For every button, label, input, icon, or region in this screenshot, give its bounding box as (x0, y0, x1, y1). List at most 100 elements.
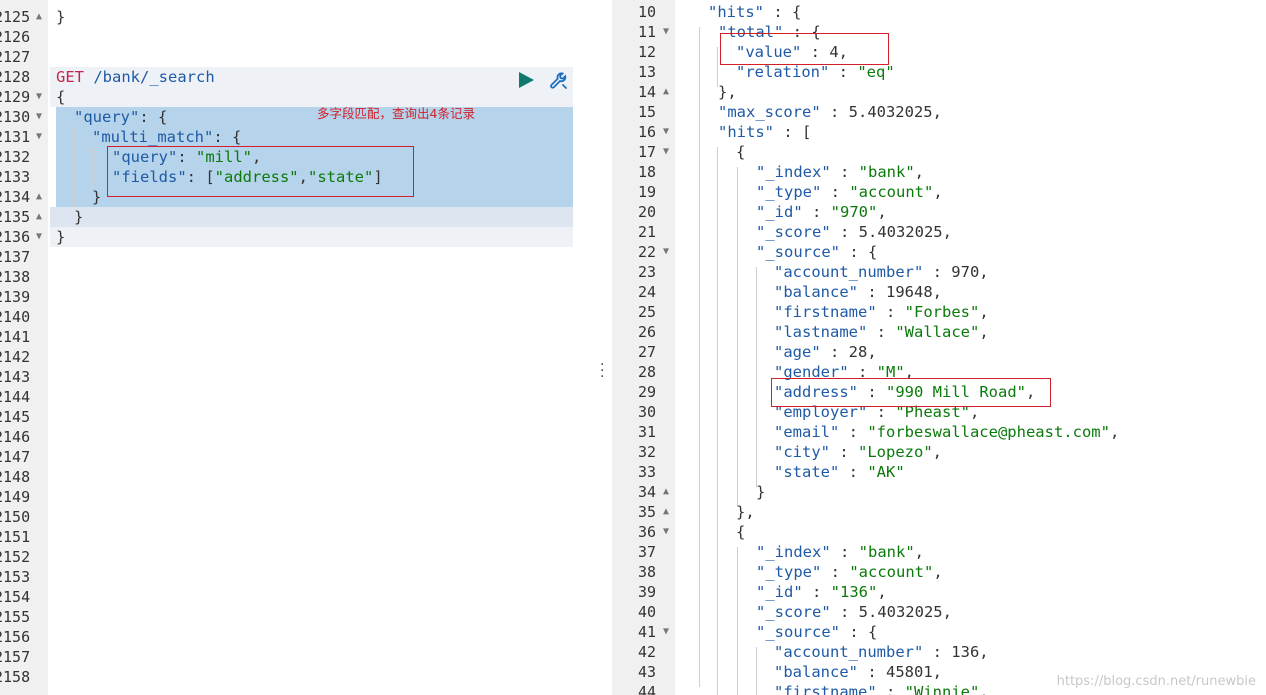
indent-guide (74, 127, 75, 207)
fold-toggle-icon[interactable]: ▼ (663, 522, 669, 542)
json-rest: : 19648, (858, 283, 942, 301)
request-line[interactable]: GET /bank/_search (56, 67, 215, 87)
fold-toggle-icon[interactable]: ▼ (663, 22, 669, 42)
indent-guide (699, 27, 700, 687)
json-end: , (877, 203, 887, 221)
line-number: 11 (638, 23, 657, 41)
json-rest: : 136, (923, 643, 989, 661)
line-number: 33 (638, 463, 657, 481)
json-rest: { (736, 143, 746, 161)
response-line: "hits" : { (708, 2, 801, 22)
response-line: "_source" : { (756, 622, 877, 642)
json-str: "Wallace" (895, 323, 980, 341)
fold-toggle-icon[interactable]: ▲ (663, 482, 669, 502)
line-number: 2127 (0, 48, 31, 66)
json-key: "state" (774, 463, 840, 481)
json-str: "Forbes" (904, 303, 980, 321)
fold-toggle-icon[interactable]: ▼ (663, 122, 669, 142)
line-number: 2134 (0, 188, 31, 206)
json-end: , (914, 163, 924, 181)
fold-toggle-icon[interactable]: ▼ (36, 107, 42, 127)
json-end: , (1109, 423, 1120, 441)
line-number: 39 (638, 583, 657, 601)
json-key: "_score" (756, 223, 831, 241)
request-settings-button[interactable] (548, 70, 570, 92)
line-number: 16 (638, 123, 657, 141)
response-line: "_id" : "970", (756, 202, 887, 222)
response-line: "_source" : { (756, 242, 877, 262)
line-number: 2142 (0, 348, 31, 366)
query-fields-highlight-box (107, 146, 414, 197)
line-number: 36 (638, 523, 657, 541)
line-number: 2131 (0, 128, 31, 146)
fold-toggle-icon[interactable]: ▲ (36, 7, 42, 27)
json-rest: : { (840, 623, 878, 641)
line-number: 2145 (0, 408, 31, 426)
address-highlight-box (771, 378, 1051, 407)
response-line: "balance" : 45801, (774, 662, 942, 682)
indent-guide (717, 47, 718, 87)
indent-guide (756, 647, 757, 695)
line-number: 2156 (0, 628, 31, 646)
json-sep: : (876, 683, 905, 695)
line-number: 2140 (0, 308, 31, 326)
code-line: "multi_match": { (92, 128, 242, 146)
json-key: "_type" (756, 563, 822, 581)
json-key: "_id" (756, 583, 803, 601)
fold-toggle-icon[interactable]: ▼ (663, 142, 669, 162)
line-number: 2125 (0, 8, 31, 26)
line-number: 21 (638, 223, 657, 241)
json-sep: : (830, 543, 859, 561)
line-number: 24 (638, 283, 657, 301)
json-key: "_index" (756, 163, 831, 181)
json-str: "136" (830, 583, 878, 601)
line-number: 2136 (0, 228, 31, 246)
response-viewer[interactable]: 10 11 ▼ 12 13 14 ▲ 15 16 ▼ 17 ▼ 18 19 20 21 22 ▼ 23 24 25 26 2… (612, 0, 1266, 695)
response-line: }, (718, 82, 737, 102)
fold-toggle-icon[interactable]: ▼ (36, 87, 42, 107)
line-number: 30 (638, 403, 657, 421)
fold-toggle-icon[interactable]: ▲ (36, 207, 42, 227)
json-rest: } (756, 483, 766, 501)
response-line: { (736, 142, 745, 162)
total-value-highlight-box (720, 33, 889, 65)
fold-toggle-icon[interactable]: ▲ (663, 502, 669, 522)
json-str: "forbeswallace@pheast.com" (867, 423, 1110, 441)
line-number: 2143 (0, 368, 31, 386)
line-number: 25 (638, 303, 657, 321)
indent-guide (717, 147, 718, 695)
fold-toggle-icon[interactable]: ▼ (36, 127, 42, 147)
json-rest: : { (840, 243, 878, 261)
line-number: 15 (638, 103, 657, 121)
line-number: 43 (638, 663, 657, 681)
response-line: } (756, 482, 765, 502)
http-method: GET (56, 68, 84, 86)
request-block-band-end (50, 227, 573, 247)
fold-toggle-icon[interactable]: ▼ (36, 227, 42, 247)
fold-toggle-icon[interactable]: ▲ (663, 82, 669, 102)
request-editor[interactable]: 2125 ▲ 2126 2127 2128 2129 ▼ 2130 ▼ 2131 ▼ 2132 2133… (0, 0, 594, 695)
response-line: "city" : "Lopezo", (774, 442, 942, 462)
code-line: "query": { (74, 108, 168, 126)
json-key: "firstname" (774, 683, 877, 695)
json-key: "account_number" (774, 263, 924, 281)
response-line: "account_number" : 136, (774, 642, 989, 662)
response-line: "hits" : [ (718, 122, 811, 142)
json-rest: }, (718, 83, 737, 101)
response-viewer-gutter: 10 11 ▼ 12 13 14 ▲ 15 16 ▼ 17 ▼ 18 19 20 21 22 ▼ 23 24 25 26 2… (612, 0, 675, 695)
splitter-handle-icon[interactable]: · · · (600, 358, 604, 384)
code-line: } (56, 228, 66, 246)
line-number: 14 (638, 83, 657, 101)
fold-toggle-icon[interactable]: ▼ (663, 622, 669, 642)
line-number: 31 (638, 423, 657, 441)
pane-splitter[interactable] (594, 0, 612, 695)
fold-toggle-icon[interactable]: ▲ (36, 187, 42, 207)
json-str: "bank" (858, 163, 915, 181)
fold-toggle-icon[interactable]: ▼ (663, 242, 669, 262)
run-request-button[interactable] (516, 70, 536, 90)
line-number: 2152 (0, 548, 31, 566)
json-str: "eq" (857, 63, 895, 81)
request-path: /bank/_search (84, 68, 215, 86)
indent-guide (756, 267, 757, 487)
json-sep: : (876, 303, 905, 321)
